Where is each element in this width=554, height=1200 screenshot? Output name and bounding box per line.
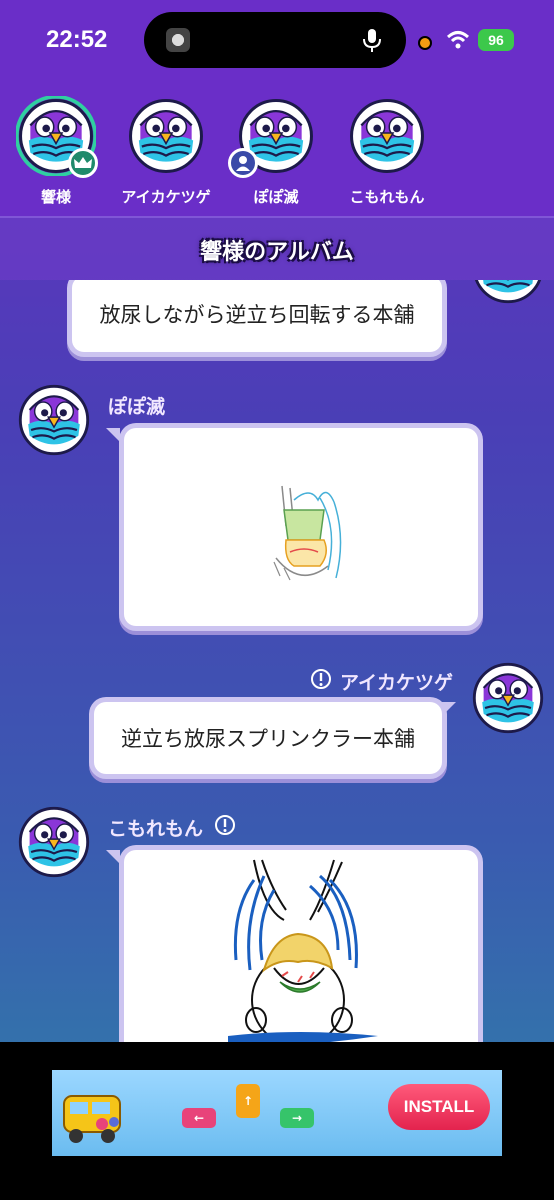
- sender-name: こもれもん: [108, 818, 204, 840]
- message-avatar: [16, 382, 92, 458]
- self-badge: [228, 148, 258, 178]
- ad-up-arrow-icon: ↑: [236, 1084, 260, 1118]
- player-avatar: [126, 96, 206, 176]
- bubble-tail: [106, 850, 120, 864]
- album-title: 響様のアルバム: [200, 240, 354, 265]
- bird-avatar-icon: [18, 384, 90, 456]
- message-text: 放尿しながら逆立ち回転する本舗: [99, 303, 415, 327]
- text-message: 逆立ち放尿スプリンクラー本舗: [94, 702, 442, 774]
- bubble-tail: [442, 702, 456, 716]
- bird-avatar-icon: [129, 99, 203, 173]
- host-badge: [68, 148, 98, 178]
- bird-avatar-icon: [350, 99, 424, 173]
- sender-name: ぽぽ滅: [108, 396, 166, 418]
- bird-avatar-icon: [472, 280, 544, 304]
- ad-bar: ← ↑ → INSTALL: [0, 1042, 554, 1200]
- drawing-image: [273, 485, 342, 581]
- info-icon[interactable]: [310, 668, 332, 690]
- crown-icon: [74, 157, 92, 168]
- text-message: 放尿しながら逆立ち回転する本舗: [72, 280, 442, 352]
- player-name: ぽぽ滅: [253, 188, 299, 206]
- battery-indicator: 96: [478, 29, 514, 51]
- player-avatar: [347, 96, 427, 176]
- message-avatar: [470, 660, 546, 736]
- person-icon: [236, 156, 250, 171]
- player-aikaketsuge[interactable]: アイカケツゲ: [111, 96, 221, 207]
- bird-avatar-icon: [472, 662, 544, 734]
- ad-right-arrow-icon: →: [280, 1108, 314, 1128]
- sender-name: アイカケツゲ: [340, 672, 454, 694]
- info-icon[interactable]: [214, 814, 236, 836]
- message-avatar: [16, 804, 92, 880]
- album-chat[interactable]: 放尿しながら逆立ち回転する本舗 ぽぽ滅 アイカケツゲ 逆立ち放尿スプリンクラー本…: [0, 280, 554, 1042]
- player-list: 響様 アイカケツゲ ぽぽ滅 こもれもん: [0, 84, 554, 216]
- message-avatar: [470, 280, 546, 306]
- album-header: 響様のアルバム: [0, 216, 554, 280]
- status-time: 22:52: [46, 26, 108, 53]
- wifi-icon: [446, 31, 470, 49]
- bird-avatar-icon: [18, 806, 90, 878]
- status-bar: 22:52 96: [0, 0, 554, 84]
- player-avatar: [228, 96, 316, 178]
- recording-indicator-icon: [418, 36, 432, 50]
- bubble-tail: [106, 428, 120, 442]
- player-avatar: [14, 94, 98, 178]
- drawing-message[interactable]: [124, 428, 478, 626]
- ad-left-arrow-icon: ←: [182, 1108, 216, 1128]
- microphone-icon: [363, 29, 381, 52]
- ad-banner[interactable]: ← ↑ → INSTALL: [52, 1070, 502, 1156]
- player-popometsu[interactable]: ぽぽ滅: [221, 96, 331, 207]
- install-button[interactable]: INSTALL: [388, 1084, 490, 1130]
- player-name: こもれもん: [349, 188, 425, 206]
- media-thumbnail-icon: [166, 28, 190, 52]
- player-name: アイカケツゲ: [121, 188, 211, 206]
- battery-level: 96: [488, 32, 504, 48]
- dynamic-island: [144, 12, 406, 68]
- player-komoremon[interactable]: こもれもん: [332, 96, 442, 207]
- player-name: 響様: [40, 188, 71, 206]
- message-text: 逆立ち放尿スプリンクラー本舗: [121, 727, 415, 751]
- drawing-message[interactable]: [124, 850, 478, 1042]
- drawing-image: [228, 859, 378, 1042]
- bus-game-icon: [63, 1095, 121, 1143]
- player-hibiki[interactable]: 響様: [1, 94, 111, 207]
